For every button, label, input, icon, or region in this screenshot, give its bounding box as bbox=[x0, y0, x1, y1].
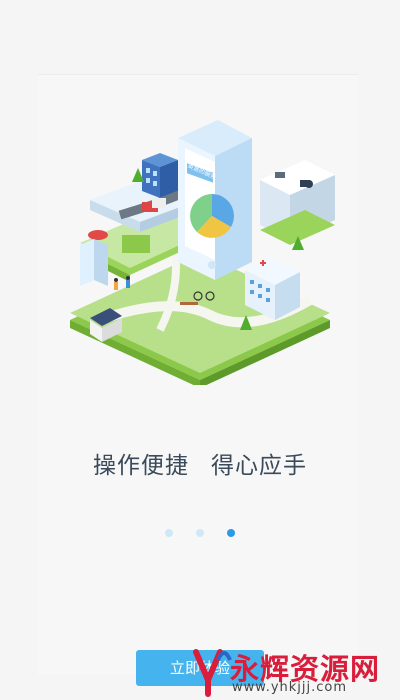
slogan-part-2: 得心应手 bbox=[211, 453, 307, 479]
watermark-url: www.yhkjjj.com bbox=[232, 680, 348, 695]
page-dot-3-active[interactable] bbox=[227, 529, 236, 537]
slogan-part-1: 操作便捷 bbox=[93, 453, 189, 479]
page-dot-1[interactable] bbox=[164, 529, 173, 537]
smart-city-illustration: 英慧的服务 bbox=[70, 120, 335, 385]
page-indicator bbox=[0, 522, 400, 541]
slogan: 操作便捷 得心应手 bbox=[0, 446, 400, 480]
page-dot-2[interactable] bbox=[196, 529, 204, 537]
